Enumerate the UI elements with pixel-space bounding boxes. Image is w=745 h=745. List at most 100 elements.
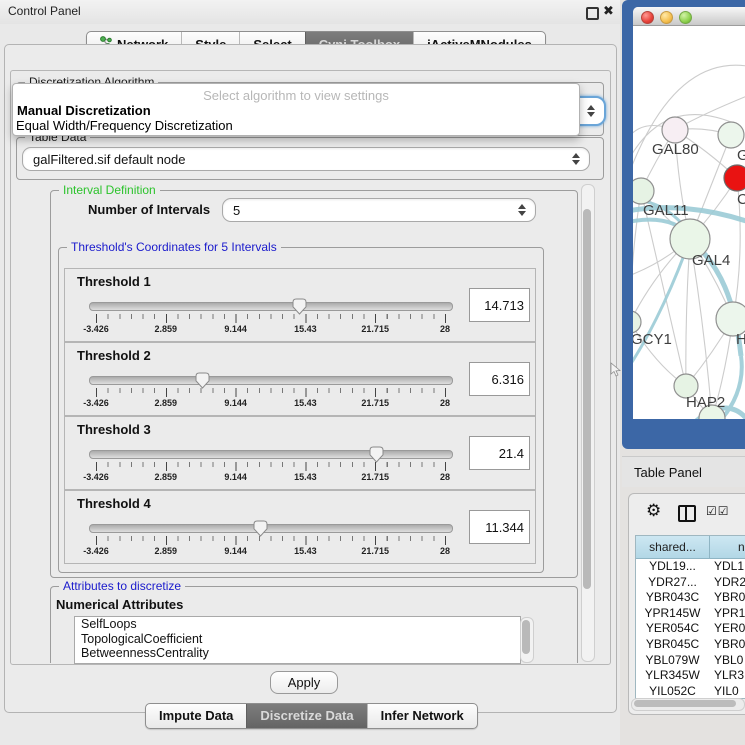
thresholds-group-title: Threshold's Coordinates for 5 Intervals xyxy=(67,240,281,254)
slider-tick-labels: -3.426 2.859 9.144 15.43 21.715 28 xyxy=(96,472,445,484)
slider-handle[interactable] xyxy=(195,372,210,389)
table-cell: YPR145W xyxy=(636,606,709,622)
combo-stepper-icon xyxy=(572,153,580,165)
threshold-4-panel: Threshold 4 -3.426 2.859 9.144 15.43 21.… xyxy=(64,490,536,564)
combo-stepper-icon xyxy=(518,204,526,216)
numerical-attributes-label: Numerical Attributes xyxy=(56,597,183,612)
table-cell: YDL1 xyxy=(714,559,745,575)
checkbox-icons[interactable]: ☑☑ xyxy=(706,504,730,518)
column-header-name[interactable]: na xyxy=(710,536,745,559)
network-canvas[interactable]: GAL80 G. C GAL11 GAL4 GCY1 H HAP2 xyxy=(633,26,745,419)
network-view-inner: GAL80 G. C GAL11 GAL4 GCY1 H HAP2 xyxy=(633,7,745,419)
panel-title: Control Panel xyxy=(8,4,81,18)
table-cell: YDR27... xyxy=(636,575,709,591)
close-traffic-light[interactable] xyxy=(641,11,654,24)
threshold-1-panel: Threshold 1 -3.426 2.859 9.144 15.43 21.… xyxy=(64,268,536,342)
combo-stepper-icon xyxy=(587,105,595,117)
column-header-shared[interactable]: shared... xyxy=(636,536,710,559)
slider-handle[interactable] xyxy=(253,520,268,537)
list-item[interactable]: SelfLoops xyxy=(75,617,520,632)
close-icon[interactable]: ✖ xyxy=(603,3,614,19)
node-label: GCY1 xyxy=(633,331,672,348)
float-window-icon[interactable] xyxy=(586,7,599,20)
slider-tick-labels: -3.426 2.859 9.144 15.43 21.715 28 xyxy=(96,398,445,410)
threshold-4-slider[interactable]: -3.426 2.859 9.144 15.43 21.715 28 xyxy=(85,519,455,561)
num-intervals-combobox[interactable]: 5 xyxy=(222,198,536,222)
algorithm-placeholder: Select algorithm to view settings xyxy=(13,88,579,103)
scrollbar-thumb[interactable] xyxy=(522,620,530,654)
mouse-cursor xyxy=(610,362,621,382)
threshold-label: Threshold 4 xyxy=(77,496,151,511)
settings-scrollbar[interactable] xyxy=(581,184,595,662)
table-data-combobox[interactable]: galFiltered.sif default node xyxy=(22,147,590,171)
threshold-label: Threshold 3 xyxy=(77,422,151,437)
list-item[interactable]: TopologicalCoefficient xyxy=(75,632,520,647)
table-cell: YIL0 xyxy=(714,684,745,699)
scrollbar-thumb[interactable] xyxy=(634,700,736,707)
table-cell: YPR1 xyxy=(714,606,745,622)
apply-button[interactable]: Apply xyxy=(270,671,338,694)
threshold-3-slider[interactable]: -3.426 2.859 9.144 15.43 21.715 28 xyxy=(85,445,455,487)
node-label: G. xyxy=(737,147,745,164)
control-panel: Control Panel ✖ Network Style Select Cyn… xyxy=(0,0,620,745)
node-gcy1[interactable] xyxy=(633,311,641,333)
threshold-label: Threshold 1 xyxy=(77,274,151,289)
table-panel-title: Table Panel xyxy=(634,465,702,480)
table-cell: YBL0 xyxy=(714,653,745,669)
tab-infer-network[interactable]: Infer Network xyxy=(367,704,477,728)
table-cell: YER054C xyxy=(636,621,709,637)
network-graph: GAL80 G. C GAL11 GAL4 GCY1 H HAP2 xyxy=(633,26,745,419)
slider-track[interactable] xyxy=(89,302,453,311)
table-cell: YER0 xyxy=(714,621,745,637)
node-g[interactable] xyxy=(718,122,744,148)
slider-major-ticks xyxy=(96,462,446,471)
attributes-list-scrollbar[interactable] xyxy=(520,617,534,663)
slider-track[interactable] xyxy=(89,376,453,385)
list-item[interactable]: BetweennessCentrality xyxy=(75,646,520,661)
table-horizontal-scrollbar[interactable] xyxy=(631,698,745,711)
slider-tick-labels: -3.426 2.859 9.144 15.43 21.715 28 xyxy=(96,546,445,558)
slider-major-ticks xyxy=(96,314,446,323)
threshold-1-slider[interactable]: -3.426 2.859 9.144 15.43 21.715 28 xyxy=(85,297,455,339)
table-cell: YLR345W xyxy=(636,668,709,684)
threshold-label: Threshold 2 xyxy=(77,348,151,363)
threshold-3-value-field[interactable]: 21.4 xyxy=(469,436,530,470)
gear-icon[interactable]: ⚙ xyxy=(646,501,661,521)
menu-item-equal-width-frequency[interactable]: Equal Width/Frequency Discretization xyxy=(16,118,233,133)
slider-track[interactable] xyxy=(89,450,453,459)
slider-major-ticks xyxy=(96,388,446,397)
slider-handle[interactable] xyxy=(369,446,384,463)
algorithm-dropdown-popup: Select algorithm to view settings Manual… xyxy=(12,83,580,136)
bottom-tab-bar: Impute Data Discretize Data Infer Networ… xyxy=(145,703,478,729)
threshold-1-value-field[interactable]: 14.713 xyxy=(469,288,530,322)
threshold-2-value-field[interactable]: 6.316 xyxy=(469,362,530,396)
num-intervals-label: Number of Intervals xyxy=(88,202,210,217)
column-layout-icon[interactable] xyxy=(678,505,696,522)
slider-handle[interactable] xyxy=(292,298,307,315)
node-attribute-table[interactable]: shared... na YDL19... YDR27... YBR043C Y… xyxy=(635,535,745,699)
table-column-shared-values[interactable]: YDL19... YDR27... YBR043C YPR145W YER054… xyxy=(636,559,709,699)
numerical-attributes-list[interactable]: SelfLoops TopologicalCoefficient Between… xyxy=(74,616,521,664)
slider-major-ticks xyxy=(96,536,446,545)
node-gal80[interactable] xyxy=(662,117,688,143)
network-window-titlebar[interactable] xyxy=(633,7,745,26)
minimize-traffic-light[interactable] xyxy=(660,11,673,24)
zoom-traffic-light[interactable] xyxy=(679,11,692,24)
node-label: GAL80 xyxy=(652,141,699,158)
threshold-2-slider[interactable]: -3.426 2.859 9.144 15.43 21.715 28 xyxy=(85,371,455,413)
threshold-2-panel: Threshold 2 -3.426 2.859 9.144 15.43 21.… xyxy=(64,342,536,416)
node-gal11[interactable] xyxy=(633,178,654,204)
node-label: HAP2 xyxy=(686,394,725,411)
slider-tick-labels: -3.426 2.859 9.144 15.43 21.715 28 xyxy=(96,324,445,336)
slider-track[interactable] xyxy=(89,524,453,533)
table-cell: YDL19... xyxy=(636,559,709,575)
menu-item-manual-discretization[interactable]: Manual Discretization xyxy=(17,103,151,118)
threshold-4-value-field[interactable]: 11.344 xyxy=(469,510,530,544)
tab-impute-data[interactable]: Impute Data xyxy=(146,704,246,728)
node-label: GAL11 xyxy=(643,202,689,219)
scrollbar-thumb[interactable] xyxy=(583,209,591,589)
tab-discretize-data[interactable]: Discretize Data xyxy=(246,704,366,728)
table-column-name-values[interactable]: YDL1 YDR2 YBR0 YPR1 YER0 YBR0 YBL0 YLR3 … xyxy=(714,559,745,699)
node-red-selected[interactable] xyxy=(724,165,745,191)
table-cell: YLR3 xyxy=(714,668,745,684)
